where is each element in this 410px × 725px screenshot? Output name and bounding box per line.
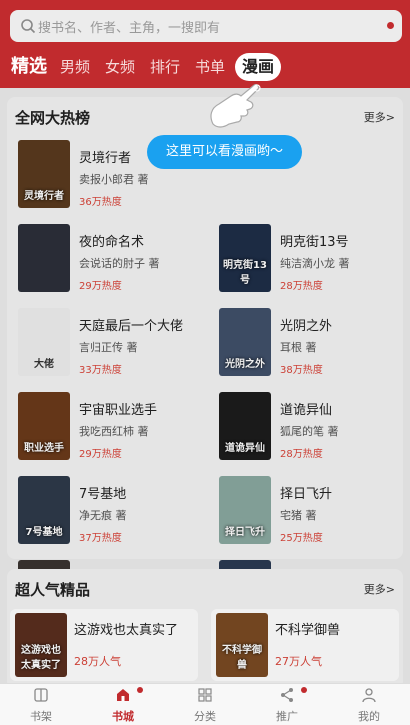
more-link[interactable]: 更多> xyxy=(364,109,395,125)
book-heat: 37万热度 xyxy=(79,533,122,544)
book-item[interactable]: 道诡异仙 道诡异仙 狐尾的笔 著 28万热度 xyxy=(219,392,410,464)
section-title: 全网大热榜 xyxy=(15,109,91,127)
book-item[interactable]: 职业选手 宇宙职业选手 我吃西红柿 著 29万热度 xyxy=(18,392,214,464)
book-heat: 25万热度 xyxy=(280,533,323,544)
book-cover[interactable]: 大佬 xyxy=(18,308,70,376)
book-item[interactable]: 7号基地 7号基地 净无痕 著 37万热度 xyxy=(18,476,214,548)
book-title: 道诡异仙 xyxy=(280,403,333,418)
book-title: 择日飞升 xyxy=(280,487,333,502)
cover-title: 明克街13号 xyxy=(223,260,267,286)
book-title: 夜的命名术 xyxy=(79,235,145,250)
book-cover[interactable]: 灵境行者 xyxy=(18,140,70,208)
tab-featured[interactable]: 精选 xyxy=(11,52,47,82)
tab-male[interactable]: 男频 xyxy=(60,52,90,82)
book-heat: 36万热度 xyxy=(79,197,122,208)
bottom-nav: 书架 书城 分类 推广 我的 xyxy=(0,683,410,725)
top-header: 搜书名、作者、主角，一搜即有 精选 男频 女频 排行 书单 漫画 xyxy=(0,0,410,88)
book-item[interactable]: 择日飞升 择日飞升 宅猪 著 25万热度 xyxy=(219,476,410,548)
book-cover[interactable]: 7号基地 xyxy=(18,476,70,544)
book-item[interactable]: 不科学御兽 不科学御兽 27万人气 xyxy=(211,609,399,681)
cover-title: 灵境行者 xyxy=(24,191,64,202)
category-tabs: 精选 男频 女频 排行 书单 漫画 xyxy=(0,52,410,82)
book-heat: 28万热度 xyxy=(280,281,323,292)
popular-section: 超人气精品 更多> 这游戏也太真实了 这游戏也太真实了 28万人气 不科学御兽 不科学御… xyxy=(7,569,403,689)
book-cover[interactable]: 不科学御兽 xyxy=(216,613,268,677)
nav-label: 分类 xyxy=(194,710,216,723)
book-cover[interactable]: 这游戏也太真实了 xyxy=(15,613,67,677)
book-item[interactable]: 明克街13号 明克街13号 纯洁滴小龙 著 28万热度 xyxy=(219,224,410,296)
book-author: 净无痕 著 xyxy=(79,509,127,522)
book-heat: 28万热度 xyxy=(280,449,323,460)
bookshelf-icon xyxy=(34,688,48,702)
book-author: 会说话的肘子 著 xyxy=(79,257,160,270)
nav-promote[interactable]: 推广 xyxy=(246,684,328,725)
nav-category[interactable]: 分类 xyxy=(164,684,246,725)
nav-bookshelf[interactable]: 书架 xyxy=(0,684,82,725)
book-item[interactable]: 光阴之外 光阴之外 耳根 著 38万热度 xyxy=(219,308,410,380)
nav-profile[interactable]: 我的 xyxy=(328,684,410,725)
search-bar[interactable]: 搜书名、作者、主角，一搜即有 xyxy=(10,10,402,42)
notification-dot xyxy=(387,22,394,29)
nav-label: 推广 xyxy=(276,710,298,723)
comics-guide-tooltip[interactable]: 这里可以看漫画哟～ xyxy=(147,135,302,169)
book-author: 耳根 著 xyxy=(280,341,317,354)
nav-badge-dot xyxy=(137,687,143,693)
cover-title: 这游戏也太真实了 xyxy=(21,645,61,671)
book-item[interactable]: 夜的命名术会说话的肘子 著 29万热度 xyxy=(18,224,214,296)
book-author: 纯洁滴小龙 著 xyxy=(280,257,350,270)
book-author: 狐尾的笔 著 xyxy=(280,425,339,438)
nav-label: 书城 xyxy=(112,710,134,723)
cover-title: 光阴之外 xyxy=(225,359,265,370)
share-icon xyxy=(281,688,293,702)
book-title: 7号基地 xyxy=(79,487,127,502)
book-cover[interactable]: 择日飞升 xyxy=(219,476,271,544)
cover-title: 道诡异仙 xyxy=(225,443,265,454)
book-cover[interactable]: 道诡异仙 xyxy=(219,392,271,460)
tab-ranking[interactable]: 排行 xyxy=(150,52,180,82)
book-title: 这游戏也太真实了 xyxy=(74,623,179,638)
tab-comics[interactable]: 漫画 xyxy=(235,53,282,81)
nav-bookstore[interactable]: 书城 xyxy=(82,684,164,725)
book-cover[interactable]: 职业选手 xyxy=(18,392,70,460)
nav-label: 书架 xyxy=(30,710,52,723)
book-item[interactable]: 这游戏也太真实了 这游戏也太真实了 28万人气 xyxy=(10,609,198,681)
nav-label: 我的 xyxy=(358,710,380,723)
search-placeholder: 搜书名、作者、主角，一搜即有 xyxy=(38,21,221,36)
book-author: 卖报小郎君 著 xyxy=(79,173,149,186)
tab-booklist[interactable]: 书单 xyxy=(195,52,225,82)
book-heat: 29万热度 xyxy=(79,449,122,460)
book-author: 我吃西红柿 著 xyxy=(79,425,149,438)
profile-icon xyxy=(362,688,376,703)
tab-female[interactable]: 女频 xyxy=(105,52,135,82)
pointing-hand-icon xyxy=(210,84,261,128)
section-title: 超人气精品 xyxy=(15,581,91,599)
book-title: 天庭最后一个大佬 xyxy=(79,319,184,334)
book-author: 宅猪 著 xyxy=(280,509,317,522)
book-title: 明克街13号 xyxy=(280,235,349,250)
book-cover[interactable]: 光阴之外 xyxy=(219,308,271,376)
book-heat: 28万人气 xyxy=(74,655,121,668)
book-heat: 33万热度 xyxy=(79,365,122,376)
book-cover[interactable] xyxy=(18,224,70,292)
bookstore-icon xyxy=(117,689,129,701)
book-heat: 27万人气 xyxy=(275,655,322,668)
cover-title: 职业选手 xyxy=(24,443,64,454)
book-title: 不科学御兽 xyxy=(275,623,341,638)
nav-badge-dot xyxy=(301,687,307,693)
book-cover[interactable]: 明克街13号 xyxy=(219,224,271,292)
book-title: 光阴之外 xyxy=(280,319,333,334)
book-heat: 29万热度 xyxy=(79,281,122,292)
cover-title: 不科学御兽 xyxy=(222,645,262,671)
more-link[interactable]: 更多> xyxy=(364,581,395,597)
search-icon xyxy=(21,19,36,34)
cover-title: 大佬 xyxy=(34,359,54,370)
book-author: 言归正传 著 xyxy=(79,341,138,354)
book-heat: 38万热度 xyxy=(280,365,323,376)
cover-title: 7号基地 xyxy=(25,527,63,538)
book-title: 宇宙职业选手 xyxy=(79,403,158,418)
book-title: 灵境行者 xyxy=(79,151,132,166)
book-item[interactable]: 大佬 天庭最后一个大佬 言归正传 著 33万热度 xyxy=(18,308,214,380)
cover-title: 择日飞升 xyxy=(225,527,265,538)
category-icon xyxy=(198,688,212,702)
